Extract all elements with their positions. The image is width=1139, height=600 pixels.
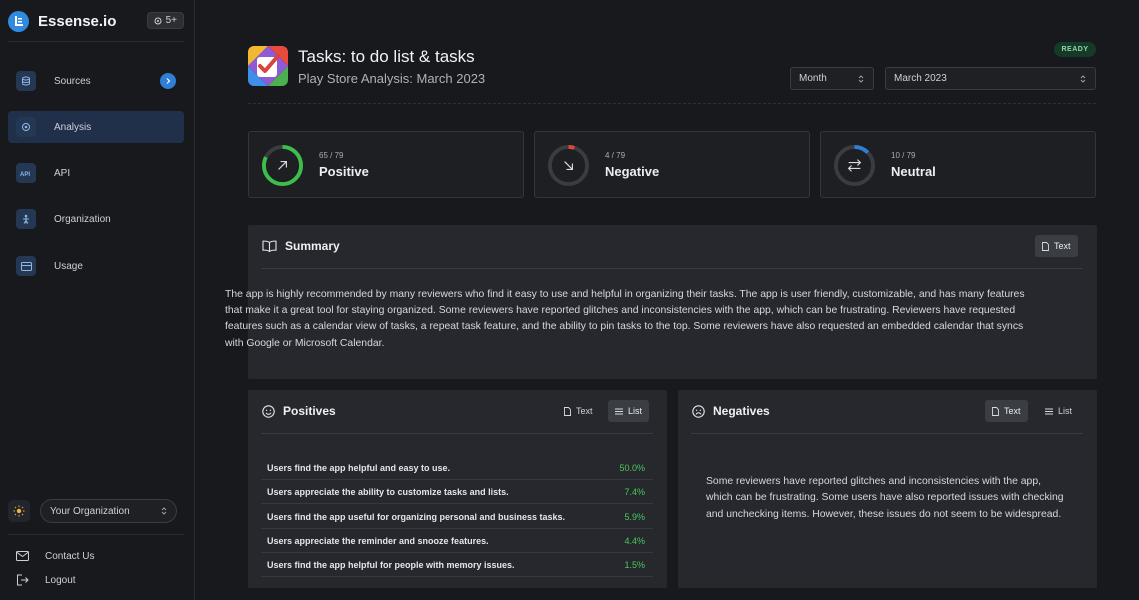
list-item-text: Users find the app helpful and easy to u… (267, 462, 451, 473)
sidebar-item-sources[interactable]: Sources (8, 65, 184, 97)
swap-arrows-icon (847, 159, 862, 172)
notifications-badge[interactable]: 5+ (146, 12, 184, 29)
sidebar-item-label: API (54, 167, 71, 179)
database-icon (16, 71, 36, 91)
negatives-title-text: Negatives (713, 404, 770, 418)
sidebar-item-analysis[interactable]: Analysis (8, 111, 184, 143)
mail-icon (16, 551, 29, 561)
sidebar-item-label: Organization (54, 213, 111, 225)
period-select[interactable]: Month (790, 67, 874, 90)
stat-label: Neutral (891, 164, 936, 179)
list-item: Users appreciate the ability to customiz… (261, 480, 653, 504)
list-item: Users appreciate the reminder and snooze… (261, 529, 653, 553)
list-item-text: Users find the app useful for organizing… (267, 511, 566, 522)
organization-select[interactable]: Your Organization (40, 499, 177, 523)
essense-logo-icon (8, 10, 29, 32)
month-select-value: March 2023 (894, 73, 947, 84)
sidebar-item-label: Usage (54, 260, 83, 272)
sidebar-item-label: Analysis (54, 121, 92, 133)
list-item-text: Users appreciate the reminder and snooze… (267, 535, 489, 546)
list-item: Users find the app helpful and easy to u… (261, 456, 653, 480)
file-icon (1042, 241, 1049, 251)
list-item-percent: 4.4% (624, 535, 645, 546)
list-item: Users find the app helpful for people wi… (261, 553, 653, 577)
list-item-percent: 5.9% (624, 511, 645, 522)
status-badge: READY (1054, 42, 1096, 57)
summary-text-button[interactable]: Text (1035, 235, 1078, 257)
list-item-percent: 1.5% (624, 559, 645, 570)
positives-list: Users find the app helpful and easy to u… (248, 0, 667, 600)
logout-link[interactable]: Logout (16, 572, 166, 588)
brand-name: Essense.io (38, 12, 117, 30)
logout-label: Logout (45, 574, 76, 586)
sun-icon[interactable] (8, 500, 30, 522)
logout-icon (17, 574, 29, 586)
negatives-text-button-label: Text (1004, 406, 1021, 416)
badge-icon (154, 17, 162, 24)
sidebar-divider (8, 41, 184, 42)
list-icon (1045, 408, 1053, 414)
organization-select-value: Your Organization (50, 505, 130, 517)
sidebar-item-label: Sources (54, 75, 91, 87)
sidebar-divider (8, 534, 184, 535)
chevron-updown-icon (161, 507, 167, 515)
contact-us-label: Contact Us (45, 550, 95, 562)
list-item: Users find the app useful for organizing… (261, 505, 653, 529)
period-select-value: Month (799, 73, 827, 84)
negatives-divider (691, 433, 1083, 434)
chevron-updown-icon (1080, 75, 1086, 83)
negatives-title: Negatives (692, 404, 770, 418)
list-item-percent: 50.0% (619, 462, 645, 473)
sidebar: Essense.io 5+ Sources Analysis API API O… (0, 0, 195, 600)
contact-us-link[interactable]: Contact Us (16, 548, 166, 564)
negatives-text-button[interactable]: Text (985, 400, 1028, 422)
chevron-updown-icon (858, 75, 864, 83)
api-icon: API (16, 163, 36, 183)
sidebar-item-api[interactable]: API API (8, 157, 184, 189)
summary-text-button-label: Text (1054, 241, 1071, 251)
svg-text:API: API (20, 172, 30, 177)
brand[interactable]: Essense.io 5+ (8, 9, 186, 33)
target-icon (16, 117, 36, 137)
neutral-ring (833, 144, 876, 187)
list-item-percent: 7.4% (624, 486, 645, 497)
chevron-right-icon[interactable] (160, 73, 176, 89)
list-item-text: Users appreciate the ability to customiz… (267, 486, 509, 497)
negatives-body: Some reviewers have reported glitches an… (706, 476, 1064, 520)
main-content: Tasks: to do list & tasks Play Store Ana… (196, 0, 1139, 600)
month-select[interactable]: March 2023 (885, 67, 1096, 90)
negatives-list-button-label: List (1058, 406, 1073, 416)
card-icon (16, 256, 36, 276)
stat-card-neutral[interactable]: 10 / 79 Neutral (820, 131, 1096, 198)
person-icon (16, 209, 36, 229)
badge-count: 5+ (165, 15, 177, 26)
negatives-list-button[interactable]: List (1038, 400, 1079, 422)
organization-row: Your Organization (8, 499, 178, 523)
stat-count: 10 / 79 (891, 151, 916, 160)
sidebar-item-usage[interactable]: Usage (8, 250, 184, 282)
sidebar-item-organization[interactable]: Organization (8, 203, 184, 235)
frown-icon (692, 404, 705, 418)
file-icon (992, 406, 999, 416)
list-item-text: Users find the app helpful for people wi… (267, 559, 515, 570)
